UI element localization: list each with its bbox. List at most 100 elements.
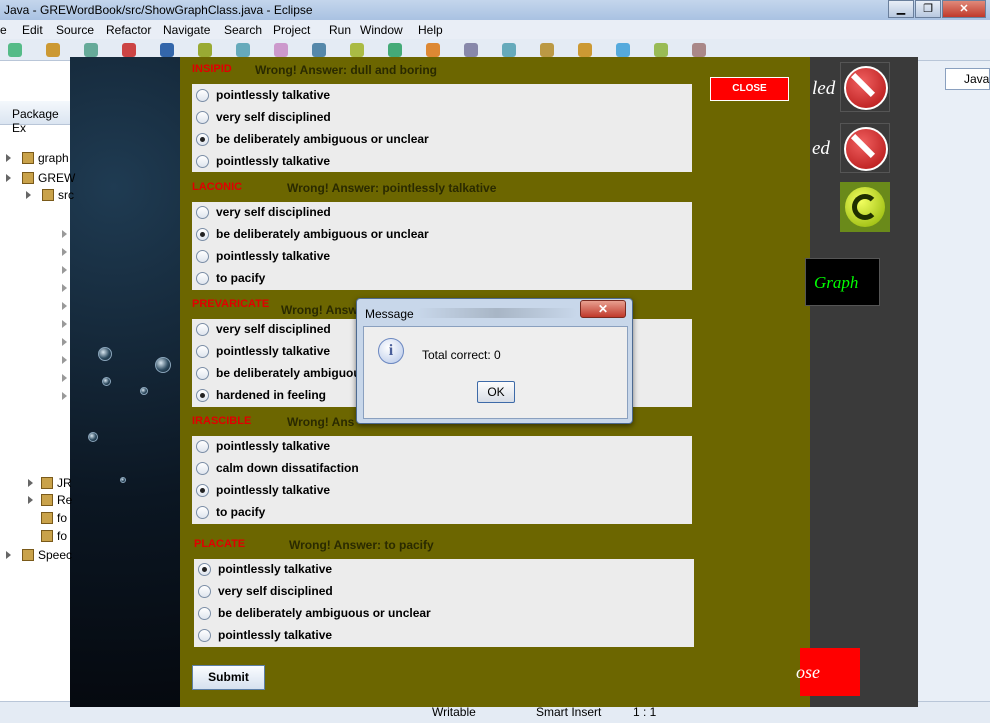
tree-item[interactable]: Speec: [38, 548, 72, 562]
menu-item[interactable]: Refactor: [106, 23, 151, 37]
radio-button[interactable]: [196, 249, 209, 263]
menu-item[interactable]: Navigate: [163, 23, 210, 37]
radio-button[interactable]: [198, 628, 211, 642]
toolbar-icon[interactable]: [84, 43, 98, 57]
menu-item[interactable]: Project: [273, 23, 310, 37]
radio-button[interactable]: [196, 439, 209, 453]
answer-option[interactable]: very self disciplined: [196, 107, 331, 127]
toolbar-icon[interactable]: [46, 43, 60, 57]
toolbar-icon[interactable]: [122, 43, 136, 57]
answer-option[interactable]: pointlessly talkative: [196, 436, 330, 456]
answer-option[interactable]: pointlessly talkative: [198, 625, 332, 645]
menu-item[interactable]: Edit: [22, 23, 43, 37]
answer-option[interactable]: hardened in feeling: [196, 385, 326, 405]
menu-item[interactable]: Help: [418, 23, 443, 37]
submit-button[interactable]: Submit: [192, 665, 265, 690]
close-button[interactable]: CLOSE: [710, 77, 789, 101]
radio-button[interactable]: [196, 205, 209, 219]
tree-expand-icon[interactable]: [6, 174, 11, 182]
ok-button[interactable]: OK: [477, 381, 515, 403]
tree-expand-icon[interactable]: [62, 374, 67, 382]
toolbar-icon[interactable]: [502, 43, 516, 57]
menu-item[interactable]: Window: [360, 23, 403, 37]
answer-option[interactable]: pointlessly talkative: [196, 246, 330, 266]
tree-expand-icon[interactable]: [62, 248, 67, 256]
toolbar-icon[interactable]: [464, 43, 478, 57]
radio-button[interactable]: [196, 505, 209, 519]
perspective-java-tab[interactable]: Java: [945, 68, 990, 90]
radio-button[interactable]: [196, 227, 209, 241]
disabled-icon[interactable]: [840, 123, 890, 173]
toolbar-icon[interactable]: [616, 43, 630, 57]
tree-expand-icon[interactable]: [62, 302, 67, 310]
tree-expand-icon[interactable]: [62, 284, 67, 292]
radio-button[interactable]: [196, 132, 209, 146]
menu-item[interactable]: e: [0, 23, 7, 37]
tree-expand-icon[interactable]: [6, 154, 11, 162]
radio-button[interactable]: [196, 483, 209, 497]
answer-option[interactable]: be deliberately ambiguous or unclear: [198, 603, 431, 623]
package-explorer-tab[interactable]: Package Ex: [0, 101, 75, 135]
radio-button[interactable]: [196, 88, 209, 102]
tree-item[interactable]: src: [58, 188, 74, 202]
tree-expand-icon[interactable]: [62, 230, 67, 238]
toolbar-icon[interactable]: [160, 43, 174, 57]
answer-option[interactable]: to pacify: [196, 268, 265, 288]
toolbar-icon[interactable]: [236, 43, 250, 57]
window-close-button[interactable]: ✕: [942, 0, 986, 18]
minimize-button[interactable]: ▁: [888, 0, 914, 18]
toolbar-icon[interactable]: [8, 43, 22, 57]
toolbar-icon[interactable]: [350, 43, 364, 57]
radio-button[interactable]: [196, 110, 209, 124]
tree-item[interactable]: fo: [57, 511, 67, 525]
tree-item[interactable]: fo: [57, 529, 67, 543]
answer-option[interactable]: very self disciplined: [198, 581, 333, 601]
toolbar-icon[interactable]: [312, 43, 326, 57]
maximize-button[interactable]: ❐: [915, 0, 941, 18]
answer-option[interactable]: calm down dissatifaction: [196, 458, 359, 478]
tree-item[interactable]: Re: [57, 493, 72, 507]
answer-option[interactable]: pointlessly talkative: [196, 151, 330, 171]
radio-button[interactable]: [196, 322, 209, 336]
toolbar-icon[interactable]: [654, 43, 668, 57]
answer-option[interactable]: be deliberately ambiguous or unclear: [196, 129, 429, 149]
tree-expand-icon[interactable]: [62, 320, 67, 328]
tree-expand-icon[interactable]: [28, 479, 33, 487]
toolbar-icon[interactable]: [426, 43, 440, 57]
tree-expand-icon[interactable]: [62, 356, 67, 364]
graph-button[interactable]: Graph: [805, 258, 880, 306]
tree-item[interactable]: graph: [38, 151, 69, 165]
dialog-close-button[interactable]: ✕: [580, 300, 626, 318]
answer-option[interactable]: pointlessly talkative: [196, 85, 330, 105]
radio-button[interactable]: [196, 366, 209, 380]
toolbar-icon[interactable]: [578, 43, 592, 57]
radio-button[interactable]: [196, 388, 209, 402]
tree-expand-icon[interactable]: [6, 551, 11, 559]
disabled-icon[interactable]: [840, 62, 890, 112]
answer-option[interactable]: pointlessly talkative: [198, 559, 332, 579]
menu-item[interactable]: Source: [56, 23, 94, 37]
radio-button[interactable]: [196, 154, 209, 168]
answer-option[interactable]: be deliberately ambiguous or unclear: [196, 224, 429, 244]
refresh-icon[interactable]: [840, 182, 890, 232]
answer-option[interactable]: be deliberately ambiguou: [196, 363, 361, 383]
radio-button[interactable]: [198, 606, 211, 620]
toolbar-icon[interactable]: [198, 43, 212, 57]
tree-expand-icon[interactable]: [62, 392, 67, 400]
toolbar-icon[interactable]: [388, 43, 402, 57]
toolbar-icon[interactable]: [274, 43, 288, 57]
answer-option[interactable]: pointlessly talkative: [196, 341, 330, 361]
menu-item[interactable]: Search: [224, 23, 262, 37]
radio-button[interactable]: [196, 271, 209, 285]
tree-expand-icon[interactable]: [62, 266, 67, 274]
toolbar-icon[interactable]: [692, 43, 706, 57]
radio-button[interactable]: [198, 584, 211, 598]
radio-button[interactable]: [196, 344, 209, 358]
toolbar-icon[interactable]: [540, 43, 554, 57]
close-panel-button[interactable]: ose: [796, 648, 860, 696]
menu-item[interactable]: Run: [329, 23, 351, 37]
answer-option[interactable]: very self disciplined: [196, 202, 331, 222]
tree-expand-icon[interactable]: [28, 496, 33, 504]
tree-expand-icon[interactable]: [62, 338, 67, 346]
radio-button[interactable]: [198, 562, 211, 576]
